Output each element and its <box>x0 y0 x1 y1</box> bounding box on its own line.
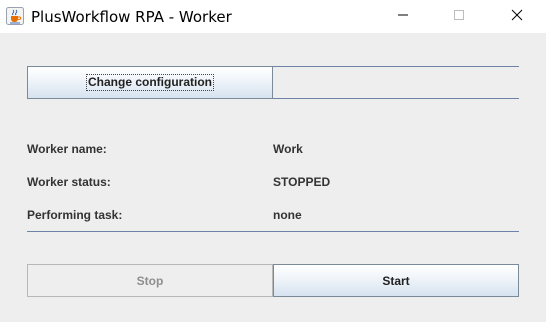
start-button[interactable]: Start <box>273 264 519 297</box>
start-button-label: Start <box>382 273 410 288</box>
minimize-button[interactable] <box>380 0 426 33</box>
worker-status-label: Worker status: <box>27 175 111 189</box>
header-divider-top <box>273 66 519 67</box>
change-configuration-button[interactable]: Change configuration <box>27 66 273 99</box>
change-configuration-label: Change configuration <box>86 74 214 91</box>
stop-button-label: Stop <box>136 273 164 288</box>
header-divider-bottom <box>273 98 519 99</box>
maximize-button[interactable] <box>436 0 482 33</box>
maximize-icon <box>453 8 465 26</box>
close-button[interactable] <box>494 0 540 33</box>
title-bar: PlusWorkflow RPA - Worker <box>0 0 546 33</box>
worker-window: PlusWorkflow RPA - Worker Change configu… <box>0 0 546 322</box>
minimize-icon <box>397 8 409 26</box>
java-cup-icon <box>6 7 24 25</box>
worker-name-label: Worker name: <box>27 142 107 156</box>
worker-name-value: Work <box>273 142 303 156</box>
performing-task-label: Performing task: <box>27 208 123 222</box>
worker-status-value: STOPPED <box>273 175 331 189</box>
close-icon <box>511 8 523 26</box>
window-title: PlusWorkflow RPA - Worker <box>31 8 232 26</box>
info-divider <box>27 231 519 232</box>
stop-button[interactable]: Stop <box>27 264 273 297</box>
performing-task-value: none <box>273 208 302 222</box>
